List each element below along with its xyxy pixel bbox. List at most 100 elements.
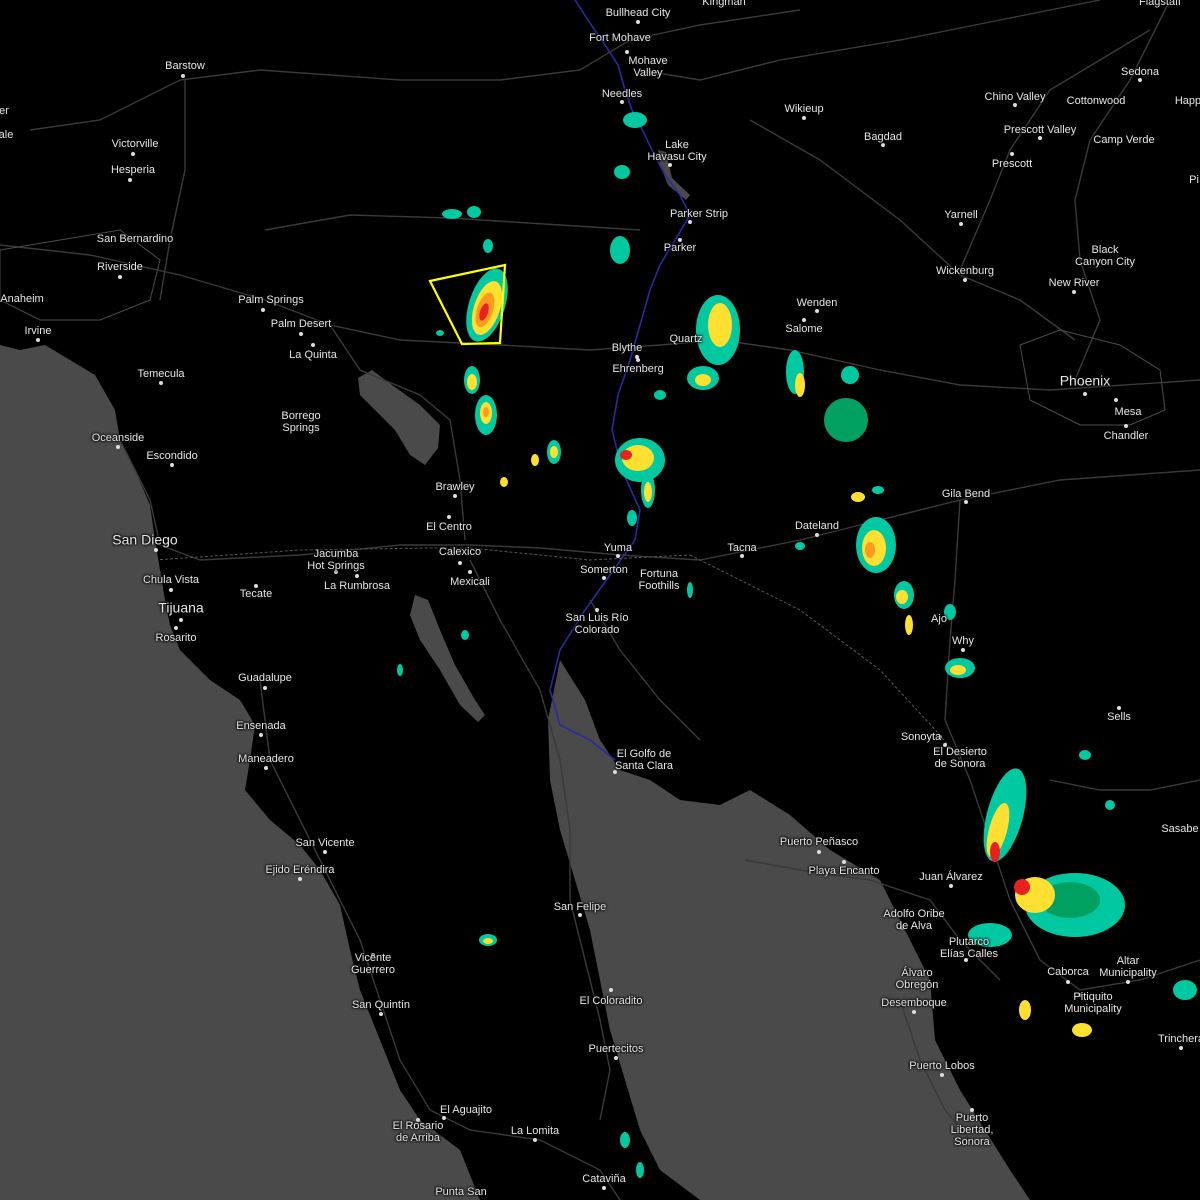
city-label-cottonwood: Cottonwood [1066, 95, 1126, 107]
city-label-kingman: Kingman [702, 0, 746, 8]
city-label-chula-vista: Chula Vista [142, 574, 200, 586]
why-marker [961, 648, 965, 652]
maneadero-marker [264, 766, 268, 770]
calexico-marker [458, 561, 462, 565]
gila-bend-marker [964, 500, 968, 504]
chandler-marker [1124, 424, 1128, 428]
laguna-salada [410, 595, 485, 722]
parker-strip-marker [688, 220, 692, 224]
city-label-yarnell: Yarnell [944, 209, 978, 221]
city-label-ensenada: Ensenada [236, 720, 286, 732]
yuma-marker [616, 554, 620, 558]
city-label-wenden: Wenden [796, 297, 838, 309]
city-label-dateland: Dateland [794, 520, 840, 532]
san-diego-marker [154, 548, 158, 552]
wenden-marker [815, 309, 819, 313]
city-label-san-felipe: San Felipe [553, 901, 607, 913]
city-label-puerto-lobos: Puerto Lobos [909, 1060, 975, 1072]
city-label-san-quintin: San Quintín [351, 999, 411, 1011]
city-label-sells: Sells [1107, 711, 1131, 723]
city-label-gila-bend: Gila Bend [941, 488, 991, 500]
catavina-marker [602, 1186, 606, 1190]
city-label-maneadero: Maneadero [238, 753, 294, 765]
city-label-phoenix: Phoenix [1059, 372, 1111, 389]
city-label-pitiquito: Pitiquito Municipality [1064, 991, 1122, 1015]
san-felipe-marker [578, 913, 582, 917]
city-label-jacumba: Jacumba Hot Springs [307, 548, 365, 572]
playa-encanto-marker [842, 860, 846, 864]
temecula-marker [159, 381, 163, 385]
city-label-needles: Needles [601, 88, 643, 100]
city-label-palm-springs: Palm Springs [238, 294, 304, 306]
city-label-edge-er: er [0, 105, 9, 117]
lake-havasu-marker [668, 163, 672, 167]
la-lomita-marker [533, 1138, 537, 1142]
city-label-borrego-springs: Borrego Springs [281, 410, 321, 434]
victorville-marker [131, 152, 135, 156]
guadalupe-marker [263, 686, 267, 690]
city-label-barstow: Barstow [165, 60, 205, 72]
city-label-altar: Altar Municipality [1099, 955, 1157, 979]
city-label-vicente-guerrero: Vicente Guerrero [350, 952, 396, 976]
city-label-san-diego: San Diego [112, 531, 178, 548]
city-label-sasabe: Sasabe [1161, 823, 1199, 835]
city-label-somerton: Somerton [580, 564, 628, 576]
metro-boundaries [0, 229, 1166, 426]
ehrenberg-marker [636, 358, 640, 362]
city-label-parker: Parker [663, 242, 697, 254]
irvine-marker [36, 338, 40, 342]
city-label-chandler: Chandler [1103, 430, 1149, 442]
puerto-penasco-marker [817, 850, 821, 854]
bagdad-marker [881, 143, 885, 147]
city-label-chino-valley: Chino Valley [984, 91, 1046, 103]
san-vicente-marker [323, 850, 327, 854]
city-label-catavina: Cataviña [582, 1173, 626, 1185]
tacna-marker [740, 554, 744, 558]
bullhead-city-marker [636, 20, 640, 24]
pacific-ocean [0, 345, 480, 1200]
city-label-tacna: Tacna [727, 542, 757, 554]
city-label-parker-strip: Parker Strip [669, 208, 729, 220]
city-label-calexico: Calexico [438, 546, 482, 558]
city-label-prescott: Prescott [991, 158, 1033, 170]
ensenada-marker [259, 733, 263, 737]
rosarito-marker [174, 626, 178, 630]
prescott-marker [1010, 152, 1014, 156]
hesperia-marker [128, 178, 132, 182]
city-label-blythe: Blythe [611, 342, 643, 354]
city-label-adolfo-oribe: Adolfo Oribe de Alva [883, 908, 945, 932]
city-label-bullhead-city: Bullhead City [605, 7, 671, 19]
somerton-marker [602, 576, 606, 580]
la-rumbrosa-marker [355, 574, 359, 578]
city-label-new-river: New River [1048, 277, 1100, 289]
city-label-escondido: Escondido [146, 450, 198, 462]
city-label-la-rumbrosa: La Rumbrosa [323, 580, 391, 592]
puertecitos-marker [614, 1056, 618, 1060]
city-label-anaheim: Anaheim [0, 293, 44, 305]
chula-vista-marker [169, 588, 173, 592]
brawley-marker [453, 494, 457, 498]
city-label-juan-alvarez: Juan Álvarez [919, 871, 983, 883]
san-quintin-marker [379, 1012, 383, 1016]
city-label-el-rosario: El Rosario de Arriba [392, 1120, 444, 1144]
salome-marker [802, 318, 806, 322]
city-label-ajo: Ajo [931, 613, 947, 625]
city-label-black-canyon: Black Canyon City [1075, 244, 1135, 268]
radar-map[interactable]: Bullhead City Kingman Flagstaff Fort Mohave… [0, 0, 1200, 1200]
city-label-wikieup: Wikieup [784, 103, 824, 115]
la-quinta-marker [311, 343, 315, 347]
city-label-happy-jack: Happ [1174, 95, 1200, 107]
palm-springs-marker [261, 308, 265, 312]
city-label-brawley: Brawley [435, 481, 475, 493]
colorado-river [549, 0, 691, 761]
city-label-alvaro-obregon: Álvaro Obregón [895, 967, 939, 991]
sedona-marker [1138, 78, 1142, 82]
puerto-lobos-marker [940, 1073, 944, 1077]
city-label-san-luis: San Luis Río Colorado [565, 612, 629, 636]
city-label-mesa: Mesa [1114, 406, 1142, 418]
city-label-puerto-libertad: Puerto Libertad, Sonora [950, 1112, 994, 1148]
city-label-el-aguajito: El Aguajito [440, 1104, 492, 1116]
city-label-lake-havasu: Lake Havasu City [647, 139, 707, 163]
yarnell-marker [959, 222, 963, 226]
city-label-el-centro: El Centro [426, 521, 472, 533]
